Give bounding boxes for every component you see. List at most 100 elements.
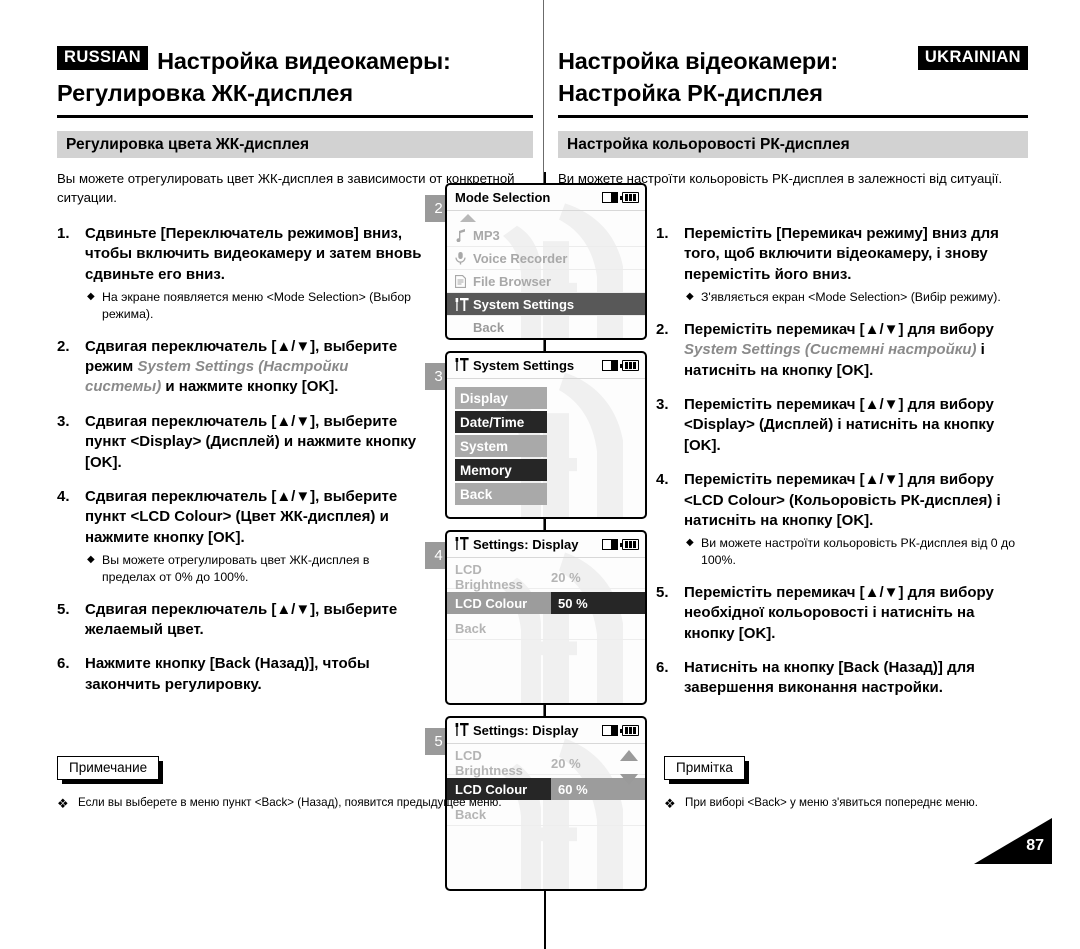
step-subnote-text: З'являється екран <Mode Selection> (Вибі… <box>701 290 1001 305</box>
russian-header: RUSSIAN Настройка видеокамеры: Регулировк… <box>57 46 533 119</box>
lcd-screen-5: 5 Settings: Display LCD Brightness 20 % LCD … <box>425 705 655 949</box>
setting-row[interactable]: LCD Colour 60 % <box>447 778 645 800</box>
manual-page: RUSSIAN Настройка видеокамеры: Регулировк… <box>0 0 1080 949</box>
step-text: Натисніть на кнопку [Back (Назад)] для з… <box>684 659 975 697</box>
step-body: Натисніть на кнопку [Back (Назад)] для з… <box>684 658 1028 699</box>
russian-section-bar: Регулировка цвета ЖК-дисплея <box>57 131 533 158</box>
menu-item[interactable]: File Browser <box>447 270 645 293</box>
screen-connector-line <box>544 340 546 353</box>
triangle-up-icon[interactable] <box>620 750 638 761</box>
step-number: 1. <box>57 225 70 242</box>
triangle-down-icon[interactable] <box>620 774 638 785</box>
menu-item[interactable]: System Settings <box>447 293 645 316</box>
step-body: Перемістіть перемикач [▲/▼] для вибору <… <box>684 470 1028 569</box>
setting-row[interactable]: LCD Brightness 20 % <box>447 748 645 778</box>
menu-item[interactable]: MP3 <box>447 224 645 247</box>
step-body: Перемістіть перемикач [▲/▼] для вибору н… <box>684 583 1028 644</box>
step-item: 1. Сдвиньте [Переключатель режимов] вниз,… <box>57 224 425 323</box>
lcd-title-text: System Settings <box>473 358 575 373</box>
lcd-content: LCD Brightness 20 % LCD Colour 50 % Back <box>447 558 645 703</box>
step-body: Сдвигая переключатель [▲/▼], выберите же… <box>85 600 425 641</box>
setting-row[interactable]: LCD Brightness 20 % <box>447 562 645 592</box>
settings-menu-item[interactable]: Display <box>455 387 547 409</box>
step-item: 5. Сдвигая переключатель [▲/▼], выберите … <box>57 600 425 641</box>
lcd-panel: Settings: Display LCD Brightness 20 % LCD C… <box>445 716 647 891</box>
tools-icon <box>455 297 473 311</box>
menu-item-label: MP3 <box>473 227 500 243</box>
lcd-screen-sequence: 2 Mode Selection MP3 Voice Recorder File Bro… <box>425 172 655 949</box>
lcd-content: LCD Brightness 20 % LCD Colour 60 % Back <box>447 744 645 889</box>
step-body: Перемістіть перемикач [▲/▼] для вибору S… <box>684 320 1028 381</box>
note-bullet-icon: ❖ <box>664 796 676 811</box>
scroll-up-indicator[interactable] <box>447 211 645 224</box>
step-text: Перемістіть перемикач [▲/▼] для вибору н… <box>684 583 994 642</box>
step-text-suffix: и нажмите кнопку [OK]. <box>161 378 339 396</box>
step-body: Перемістіть [Перемикач режиму] вниз для … <box>684 224 1028 306</box>
lcd-title-text: Settings: Display <box>473 723 579 738</box>
step-number: 1. <box>656 225 669 242</box>
ukrainian-step-list: 1. Перемістіть [Перемикач режиму] вниз дл… <box>656 224 1028 713</box>
step-number: 2. <box>57 337 70 355</box>
step-item: 5. Перемістіть перемикач [▲/▼] для вибору… <box>656 583 1028 644</box>
settings-menu-item[interactable]: Back <box>455 483 547 505</box>
status-icons <box>602 360 639 371</box>
ukrainian-note-label: Примітка <box>664 756 749 784</box>
step-text: Перемістіть перемикач [▲/▼] для вибору S… <box>684 320 1028 381</box>
step-number: 5. <box>656 583 669 601</box>
lcd-content: MP3 Voice Recorder File Browser System Sett… <box>447 211 645 338</box>
tools-icon <box>455 722 469 739</box>
step-text: Перемістіть перемикач [▲/▼] для вибору <… <box>684 471 1001 530</box>
setting-row[interactable]: Back <box>447 617 645 640</box>
battery-icon <box>620 725 639 736</box>
russian-title-line2: Регулировка ЖК-дисплея <box>57 80 354 107</box>
setting-value: 50 % <box>551 592 645 614</box>
lcd-panel: Settings: Display LCD Brightness 20 % LCD C… <box>445 530 647 705</box>
setting-row[interactable]: Back <box>447 803 645 826</box>
step-body: Перемістіть перемикач [▲/▼] для вибору <… <box>684 395 1028 456</box>
step-body: Сдвиньте [Переключатель режимов] вниз, ч… <box>85 224 425 323</box>
step-body: Сдвигая переключатель [▲/▼], выберите пу… <box>85 487 425 586</box>
memory-card-icon <box>602 725 618 736</box>
step-text: Нажмите кнопку [Back (Назад)], чтобы зак… <box>85 655 370 693</box>
microphone-icon <box>455 251 473 265</box>
step-text-menu-name: System Settings (Системні настройки) <box>684 341 977 359</box>
file-icon <box>455 274 473 288</box>
russian-step-list: 1. Сдвиньте [Переключатель режимов] вниз,… <box>57 224 425 709</box>
step-number: 4. <box>57 487 70 505</box>
tools-icon <box>455 536 469 553</box>
step-subnote: ◆ На экране появляется меню <Mode Selecti… <box>85 289 425 322</box>
step-subnote-text: Ви можете настроїти кольоровість РК-дисп… <box>701 536 1016 568</box>
lcd-title-bar: System Settings <box>447 353 645 379</box>
step-item: 2. Сдвигая переключатель [▲/▼], выберите … <box>57 337 425 398</box>
lcd-screen-2: 2 Mode Selection MP3 Voice Recorder File Bro… <box>425 172 655 340</box>
step-text-prefix: Перемістіть перемикач [▲/▼] для вибору <box>684 320 994 338</box>
tools-icon <box>455 357 469 374</box>
battery-icon <box>620 539 639 550</box>
russian-title-line1: Настройка видеокамеры: <box>157 48 451 74</box>
settings-menu-item[interactable]: System <box>455 435 547 457</box>
step-subnote: ◆ Вы можете отрегулировать цвет ЖК-диспле… <box>85 552 425 585</box>
russian-note-label: Примечание <box>57 756 164 784</box>
menu-item[interactable]: Back <box>447 316 645 338</box>
battery-icon <box>620 192 639 203</box>
status-icons <box>602 192 639 203</box>
screen-connector-line <box>544 172 546 185</box>
step-number: 5. <box>57 600 70 618</box>
step-text: Сдвигая переключатель [▲/▼], выберите ре… <box>85 337 425 398</box>
step-number: 6. <box>656 659 669 677</box>
setting-row[interactable]: LCD Colour 50 % <box>447 592 645 614</box>
step-item: 1. Перемістіть [Перемикач режиму] вниз дл… <box>656 224 1028 306</box>
step-subnote: ◆ Ви можете настроїти кольоровість РК-дис… <box>684 535 1028 568</box>
ukrainian-header-rule <box>558 115 1028 119</box>
step-subnote-text: На экране появляется меню <Mode Selectio… <box>102 290 412 321</box>
menu-item-label: File Browser <box>473 273 552 289</box>
value-scroll-arrows[interactable] <box>620 750 638 785</box>
settings-menu-item[interactable]: Date/Time <box>455 411 547 433</box>
lcd-title-bar: Settings: Display <box>447 718 645 744</box>
menu-item[interactable]: Voice Recorder <box>447 247 645 270</box>
status-icons <box>602 539 639 550</box>
settings-menu-item[interactable]: Memory <box>455 459 547 481</box>
step-body: Сдвигая переключатель [▲/▼], выберите ре… <box>85 337 425 398</box>
screen-connector-line <box>544 705 546 718</box>
